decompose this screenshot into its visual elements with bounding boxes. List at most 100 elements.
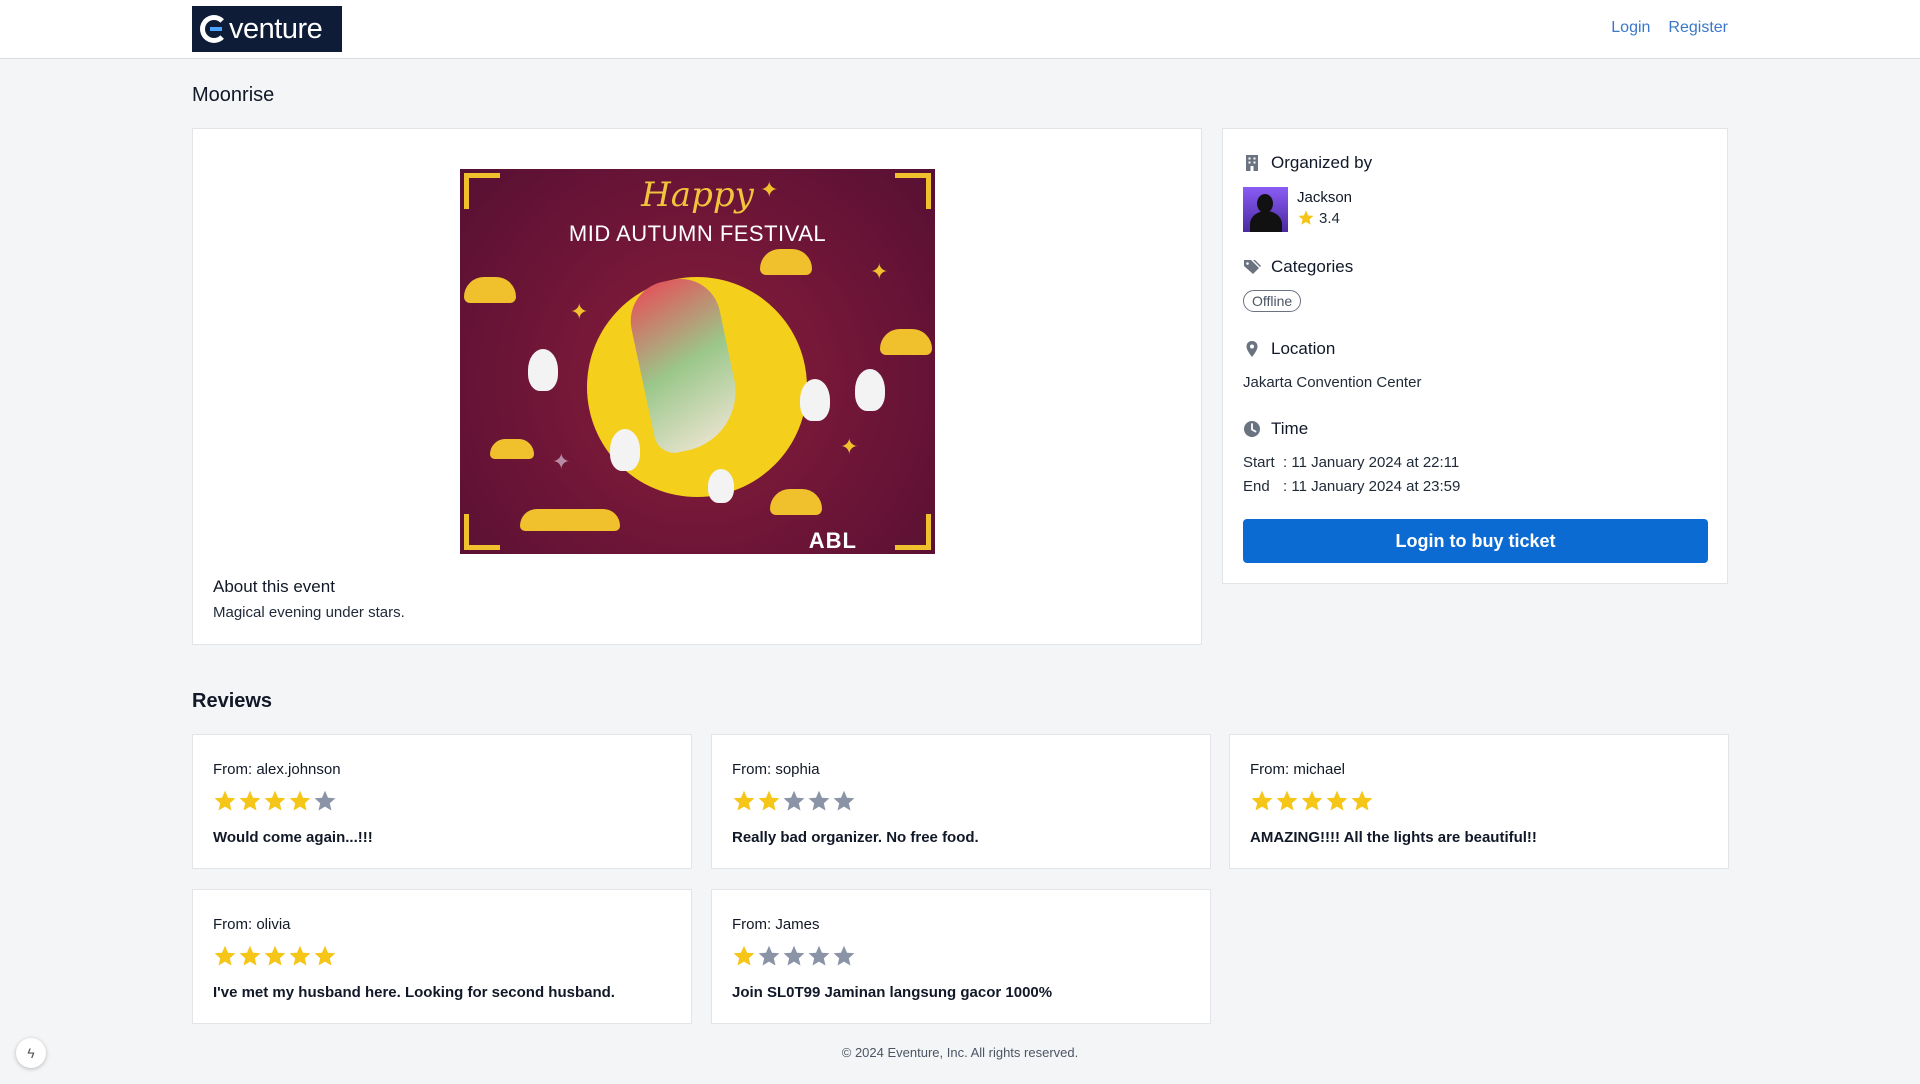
poster-cloud: [770, 489, 822, 515]
tags-icon: [1244, 260, 1261, 274]
poster-cloud: [880, 329, 932, 355]
star-filled-icon: [1301, 790, 1323, 811]
review-text: Really bad organizer. No free food.: [732, 829, 979, 846]
poster-brand-text: ABL: [808, 528, 857, 553]
end-label: End: [1243, 478, 1270, 495]
dev-tools-lightning-icon[interactable]: ϟ: [16, 1038, 46, 1068]
review-author: From: michael: [1250, 761, 1346, 778]
start-label: Start: [1243, 454, 1275, 471]
poster-sparkle-icon: ✦: [840, 434, 859, 459]
poster-corner-ornament: [895, 514, 931, 550]
review-stars: [213, 944, 337, 968]
poster-cloud: [520, 509, 620, 531]
star-filled-icon: [1251, 790, 1273, 811]
star-filled-icon: [264, 945, 286, 966]
star-filled-icon: [289, 945, 311, 966]
organizer-rating: 3.4: [1297, 209, 1352, 227]
poster-cloud: [464, 277, 516, 303]
review-stars: [732, 789, 856, 813]
time-label: Time: [1271, 419, 1309, 438]
time-end-row: End : 11 January 2024 at 23:59: [1243, 478, 1460, 495]
poster-rabbit: [708, 469, 734, 503]
star-filled-icon: [239, 945, 261, 966]
review-author: From: sophia: [732, 761, 820, 778]
clock-icon: [1244, 421, 1260, 437]
organizer-rating-value: 3.4: [1319, 209, 1340, 227]
event-title: Moonrise: [192, 84, 275, 106]
organizer-info: Jackson 3.4: [1297, 187, 1352, 232]
organizer-name: Jackson: [1297, 189, 1353, 206]
nav-links: Login Register: [1611, 19, 1728, 37]
poster-sparkle-icon: ✦: [870, 259, 889, 284]
review-text: I've met my husband here. Looking for se…: [213, 984, 615, 1001]
star-filled-icon: [733, 790, 755, 811]
star-empty-icon: [758, 945, 780, 966]
star-empty-icon: [808, 790, 830, 811]
location-value: Jakarta Convention Center: [1243, 374, 1422, 391]
event-poster-image: Happy MID AUTUMN FESTIVAL ✦ ✦ ✦ ✦ ✦ ABL: [460, 169, 935, 554]
star-filled-icon: [214, 945, 236, 966]
event-info-card: Organized by Jackson 3.4 Categories Offl…: [1222, 128, 1728, 584]
location-heading: Location: [1243, 339, 1335, 359]
category-badge-offline[interactable]: Offline: [1243, 290, 1302, 312]
register-link[interactable]: Register: [1668, 19, 1728, 37]
review-author: From: alex.johnson: [213, 761, 341, 778]
star-filled-icon: [733, 945, 755, 966]
star-filled-icon: [314, 945, 336, 966]
poster-rabbit: [610, 429, 640, 471]
poster-festival-text: MID AUTUMN FESTIVAL: [568, 221, 827, 246]
poster-sparkle-icon: ✦: [552, 449, 571, 474]
start-value: : 11 January 2024 at 22:11: [1283, 454, 1460, 471]
star-empty-icon: [808, 945, 830, 966]
categories-label: Categories: [1271, 257, 1354, 276]
about-text: Magical evening under stars.: [213, 604, 405, 621]
navbar: venture Login Register: [0, 0, 1920, 59]
star-empty-icon: [783, 790, 805, 811]
about-heading: About this event: [213, 577, 335, 596]
review-author: From: olivia: [213, 916, 291, 933]
poster-sparkle-icon: ✦: [760, 177, 779, 202]
login-to-buy-ticket-button[interactable]: Login to buy ticket: [1243, 519, 1708, 563]
poster-rabbit: [855, 369, 885, 411]
star-empty-icon: [314, 790, 336, 811]
star-empty-icon: [833, 790, 855, 811]
organized-by-label: Organized by: [1271, 153, 1373, 172]
star-icon: [1298, 210, 1314, 225]
star-filled-icon: [239, 790, 261, 811]
star-filled-icon: [1326, 790, 1348, 811]
review-text: AMAZING!!!! All the lights are beautiful…: [1250, 829, 1537, 846]
footer-copyright: © 2024 Eventure, Inc. All rights reserve…: [841, 1045, 1079, 1060]
review-stars: [213, 789, 337, 813]
poster-happy-text: Happy: [641, 175, 754, 215]
time-heading: Time: [1243, 419, 1308, 439]
star-filled-icon: [1276, 790, 1298, 811]
logo-e-mark-icon: [200, 15, 228, 43]
reviews-title: Reviews: [192, 690, 273, 712]
star-empty-icon: [783, 945, 805, 966]
organizer-row[interactable]: Jackson 3.4: [1243, 187, 1352, 232]
star-filled-icon: [1351, 790, 1373, 811]
review-card: From: sophia Really bad organizer. No fr…: [711, 734, 1211, 869]
login-link[interactable]: Login: [1611, 19, 1650, 37]
star-filled-icon: [214, 790, 236, 811]
star-empty-icon: [833, 945, 855, 966]
review-card: From: alex.johnson Would come again...!!…: [192, 734, 692, 869]
map-pin-icon: [1246, 341, 1258, 357]
eventure-logo[interactable]: venture: [192, 6, 342, 52]
time-start-row: Start : 11 January 2024 at 22:11: [1243, 454, 1459, 471]
end-value: : 11 January 2024 at 23:59: [1283, 478, 1461, 495]
review-text: Join SL0T99 Jaminan langsung gacor 1000%: [732, 984, 1053, 1001]
poster-corner-ornament: [464, 514, 500, 550]
location-label: Location: [1271, 339, 1336, 358]
review-card: From: michael AMAZING!!!! All the lights…: [1229, 734, 1729, 869]
categories-heading: Categories: [1243, 257, 1353, 277]
star-filled-icon: [758, 790, 780, 811]
event-card: Happy MID AUTUMN FESTIVAL ✦ ✦ ✦ ✦ ✦ ABL …: [192, 128, 1202, 645]
star-filled-icon: [264, 790, 286, 811]
review-stars: [1250, 789, 1374, 813]
review-stars: [732, 944, 856, 968]
poster-cloud: [760, 249, 812, 275]
organized-by-heading: Organized by: [1243, 153, 1372, 173]
poster-rabbit: [528, 349, 558, 391]
poster-sparkle-icon: ✦: [570, 299, 589, 324]
